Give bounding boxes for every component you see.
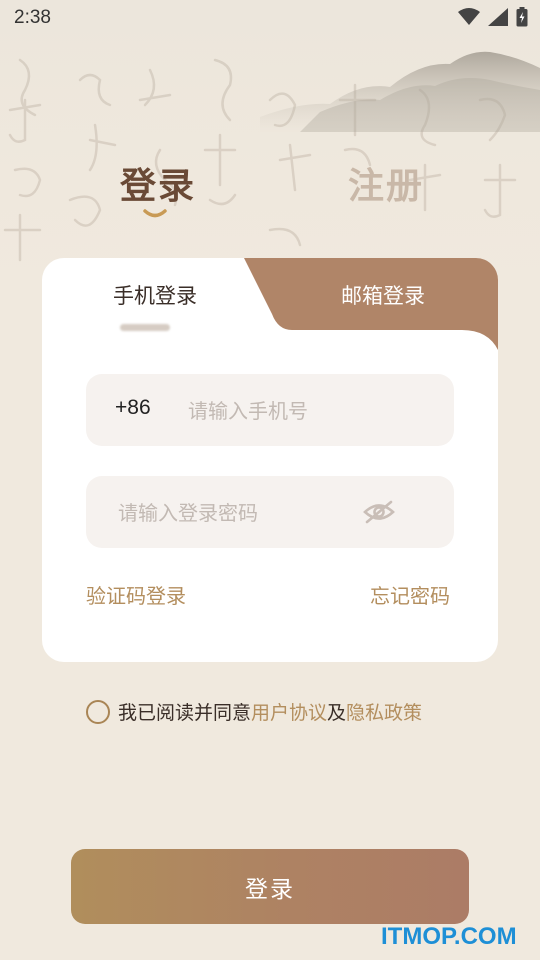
password-input[interactable] (116, 496, 360, 530)
login-button[interactable]: 登录 (71, 849, 469, 924)
tab-register[interactable]: 注册 (348, 157, 424, 209)
agreement-row: 我已阅读并同意 用户协议 及 隐私政策 (86, 698, 422, 725)
phone-input[interactable] (186, 394, 440, 428)
tab-login-indicator (143, 209, 167, 218)
sms-login-link[interactable]: 验证码登录 (86, 580, 186, 609)
status-time: 2:38 (14, 7, 51, 28)
phone-field: +86 (86, 374, 454, 446)
tab-email-login[interactable]: 邮箱登录 (341, 280, 425, 310)
eye-off-icon[interactable] (362, 498, 396, 526)
agreement-checkbox[interactable] (86, 699, 110, 724)
agreement-conjunction: 及 (327, 702, 347, 724)
signal-icon (488, 8, 508, 26)
email-tab-background (244, 258, 498, 350)
user-agreement-link[interactable]: 用户协议 (251, 698, 327, 725)
forgot-password-link[interactable]: 忘记密码 (370, 580, 450, 609)
login-card: 手机登录 邮箱登录 +86 验证码登录 忘记密码 (42, 258, 498, 662)
tab-login[interactable]: 登录 (120, 157, 196, 209)
wifi-icon (458, 8, 480, 25)
phone-tab-indicator (120, 324, 170, 331)
status-bar: 2:38 (0, 0, 540, 36)
mountain-painting (260, 51, 540, 132)
country-code[interactable]: +86 (115, 396, 151, 420)
watermark: ITMOP.COM (381, 923, 517, 950)
agreement-prefix: 我已阅读并同意 (118, 702, 252, 724)
battery-icon (516, 7, 528, 27)
password-field (86, 476, 454, 548)
privacy-policy-link[interactable]: 隐私政策 (346, 698, 422, 725)
tab-phone-login[interactable]: 手机登录 (113, 280, 197, 310)
